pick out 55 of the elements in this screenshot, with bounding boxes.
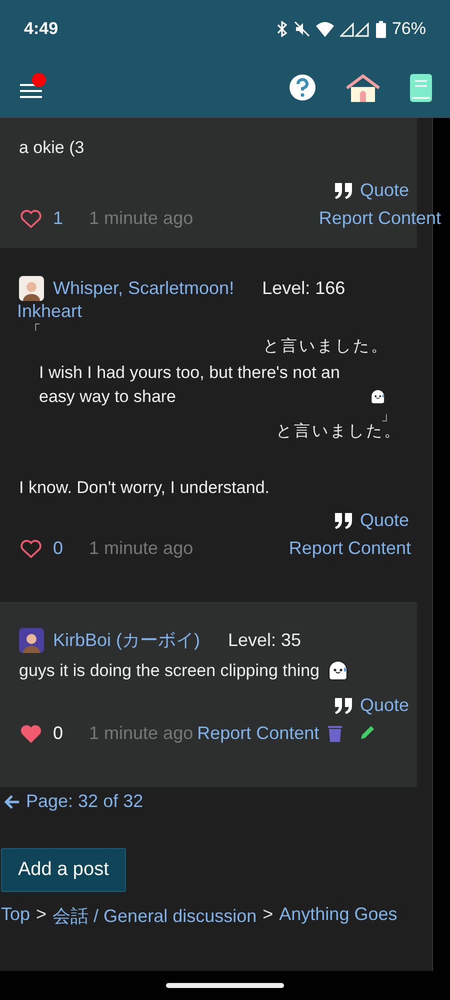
- quote-icon: [334, 696, 354, 714]
- author-link[interactable]: Whisper, Scarletmoon!: [53, 276, 234, 301]
- breadcrumb-link[interactable]: Anything Goes: [279, 904, 398, 928]
- quote-icon: [334, 182, 354, 200]
- author-link[interactable]: KirbBoi (カーボイ): [53, 628, 200, 653]
- quote-icon: [334, 512, 354, 530]
- level-label: Level: 166: [262, 277, 346, 300]
- breadcrumb-separator: >: [36, 904, 47, 926]
- quoted-text: I wish I had yours too, but there's not an easy way to share: [39, 362, 341, 408]
- report-link[interactable]: Report Content: [288, 538, 411, 558]
- post-time: 1 minute ago: [89, 538, 194, 558]
- post-text: I know. Don't worry, I understand.: [19, 478, 270, 498]
- level-label: Level: 35: [228, 629, 302, 652]
- avatar-icon: [19, 276, 44, 301]
- said-label: と言いました。: [275, 422, 402, 442]
- add-post-button[interactable]: Add a post: [1, 848, 126, 892]
- quote-button[interactable]: Quote: [334, 695, 409, 716]
- post-text: guys it is doing the screen clipping thing: [19, 661, 320, 681]
- home-icon[interactable]: [346, 74, 380, 102]
- report-link[interactable]: Report Content: [197, 722, 320, 744]
- like-count: 1: [53, 208, 64, 228]
- heart-icon[interactable]: [19, 207, 43, 229]
- quote-close-mark: 」: [381, 409, 395, 421]
- pagination-link[interactable]: Page: 32 of 32: [4, 791, 432, 812]
- heart-icon[interactable]: [19, 722, 43, 744]
- quote-open-mark: 「: [27, 324, 41, 336]
- battery-percent: 76%: [392, 19, 426, 39]
- breadcrumb-link[interactable]: Top: [1, 904, 30, 928]
- post-time: 1 minute ago: [89, 208, 194, 228]
- pencil-icon[interactable]: [359, 725, 376, 741]
- status-time: 4:49: [24, 19, 58, 39]
- breadcrumb-link[interactable]: 会話 / General discussion: [52, 904, 257, 928]
- help-icon[interactable]: [289, 74, 316, 101]
- book-icon[interactable]: [410, 74, 432, 102]
- report-link[interactable]: Report Content: [318, 208, 441, 228]
- avatar-icon: [19, 628, 44, 653]
- bluetooth-icon: [276, 21, 288, 37]
- said-label: と言いました。: [262, 336, 389, 357]
- post-text: a okie (3: [19, 138, 84, 158]
- post-time: 1 minute ago: [89, 722, 194, 744]
- author-link-continued[interactable]: Inkheart: [17, 301, 82, 322]
- breadcrumb-separator: >: [262, 904, 274, 926]
- like-count: 0: [53, 722, 64, 744]
- back-arrow-icon: [4, 794, 20, 810]
- crying-face-icon: [326, 659, 350, 683]
- like-count: 0: [53, 538, 64, 558]
- battery-icon: [376, 20, 386, 38]
- trash-icon[interactable]: [327, 723, 344, 743]
- quote-button[interactable]: Quote: [334, 510, 409, 531]
- quote-button[interactable]: Quote: [334, 180, 409, 201]
- mute-icon: [294, 21, 310, 37]
- menu-icon: [20, 82, 42, 98]
- signal-icon: [340, 22, 370, 36]
- heart-icon[interactable]: [19, 537, 43, 559]
- wifi-icon: [316, 22, 334, 36]
